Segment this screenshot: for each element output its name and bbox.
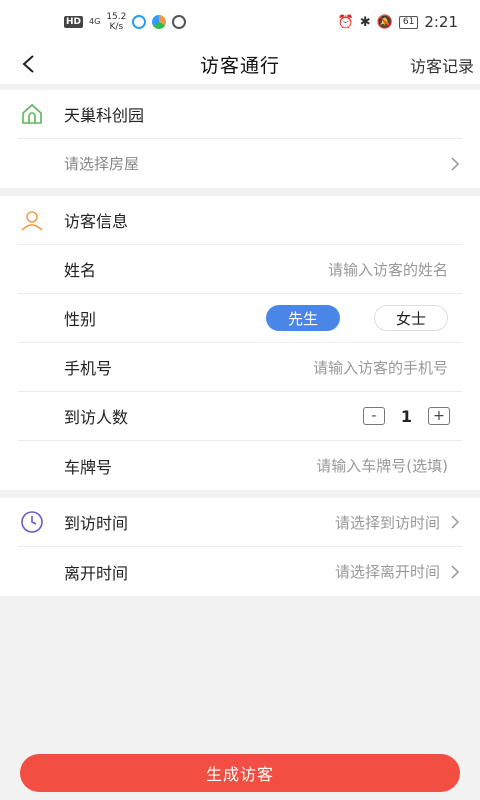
phone-row: 手机号 请输入访客的手机号	[18, 343, 462, 392]
house-select-right	[448, 156, 462, 171]
name-label: 姓名	[64, 261, 97, 280]
visitor-count-stepper: - 1 +	[362, 406, 450, 426]
back-button[interactable]	[14, 50, 42, 78]
signal-indicator: 4G	[89, 17, 101, 26]
visitor-info-title: 访客信息	[64, 212, 129, 231]
visitor-count-label: 到访人数	[64, 408, 129, 427]
home-icon	[18, 100, 46, 128]
visitor-record-link[interactable]: 访客记录	[410, 53, 474, 77]
network-speed-unit: K/s	[109, 22, 124, 32]
arrive-time-label: 到访时间	[64, 514, 129, 533]
plate-input[interactable]: 请输入车牌号(选填)	[316, 455, 448, 476]
alarm-icon: ⏰	[337, 14, 354, 30]
increment-button[interactable]: +	[428, 407, 450, 425]
gender-label: 性别	[64, 310, 97, 329]
status-left: HD 4G 15.2 K/s	[64, 12, 187, 32]
app-notification-icon	[152, 15, 167, 29]
chevron-right-icon	[451, 156, 460, 171]
visitor-count-row: 到访人数 - 1 +	[18, 392, 462, 441]
clock: 2:21	[424, 13, 458, 31]
time-section: 到访时间 请选择到访时间 离开时间 请选择离开时间	[0, 498, 480, 596]
name-row: 姓名 请输入访客的姓名	[18, 245, 462, 294]
bluetooth-icon: ✱	[359, 14, 371, 30]
gender-male-button[interactable]: 先生	[266, 305, 340, 331]
arrive-time-value: 请选择到访时间	[334, 513, 440, 532]
leave-time-right: 请选择离开时间	[335, 561, 462, 582]
visitor-info-header: 访客信息	[18, 196, 462, 245]
plate-row: 车牌号 请输入车牌号(选填)	[18, 441, 462, 490]
leave-time-row[interactable]: 离开时间 请选择离开时间	[18, 547, 462, 596]
app-notification-icon	[172, 15, 187, 29]
nav-bar: 访客通行 访客记录	[0, 44, 480, 84]
hd-indicator: HD	[64, 16, 84, 28]
status-right: ⏰ ✱ 🔕 61 2:21	[338, 13, 458, 31]
leave-time-value: 请选择离开时间	[334, 563, 440, 581]
back-arrow-icon	[22, 55, 34, 73]
decrement-button[interactable]: -	[362, 407, 385, 425]
community-row: 天巢科创园	[18, 90, 462, 139]
gender-options: 先生 女士	[266, 305, 448, 331]
plate-label: 车牌号	[64, 457, 113, 477]
chevron-right-icon	[451, 564, 460, 579]
phone-input[interactable]: 请输入访客的手机号	[313, 357, 448, 378]
arrive-time-row[interactable]: 到访时间 请选择到访时间	[18, 498, 462, 547]
visitor-info-section: 访客信息 姓名 请输入访客的姓名 性别 先生 女士 手机号 请输入访客的手机号 …	[0, 196, 480, 490]
page-title: 访客通行	[199, 54, 280, 77]
chevron-right-icon	[451, 515, 460, 529]
clock-icon	[18, 508, 46, 536]
community-name: 天巢科创园	[64, 106, 145, 125]
battery-indicator: 61	[398, 15, 419, 29]
visitor-count-right: - 1 +	[362, 406, 462, 426]
phone-label: 手机号	[64, 359, 113, 378]
community-section: 天巢科创园 请选择房屋	[0, 90, 480, 188]
generate-visitor-button[interactable]: 生成访客	[20, 754, 460, 792]
gender-row: 性别 先生 女士	[18, 294, 462, 343]
name-input[interactable]: 请输入访客的姓名	[328, 259, 448, 280]
mute-icon: 🔕	[376, 14, 393, 30]
phone-right: 请输入访客的手机号	[313, 357, 462, 378]
visitor-count-value: 1	[400, 406, 412, 426]
network-speed: 15.2 K/s	[106, 12, 126, 32]
house-select-row[interactable]: 请选择房屋	[18, 139, 462, 188]
gender-female-button[interactable]: 女士	[374, 305, 448, 331]
user-icon	[18, 206, 46, 234]
house-select-hint: 请选择房屋	[64, 155, 140, 173]
status-bar: HD 4G 15.2 K/s ⏰ ✱ 🔕 61 2:21	[0, 0, 480, 44]
leave-time-label: 离开时间	[64, 563, 129, 583]
name-right: 请输入访客的姓名	[328, 259, 462, 280]
plate-right: 请输入车牌号(选填)	[316, 455, 462, 476]
network-speed-value: 15.2	[106, 12, 127, 22]
app-notification-icon	[132, 15, 147, 29]
arrive-time-right: 请选择到访时间	[335, 512, 462, 533]
